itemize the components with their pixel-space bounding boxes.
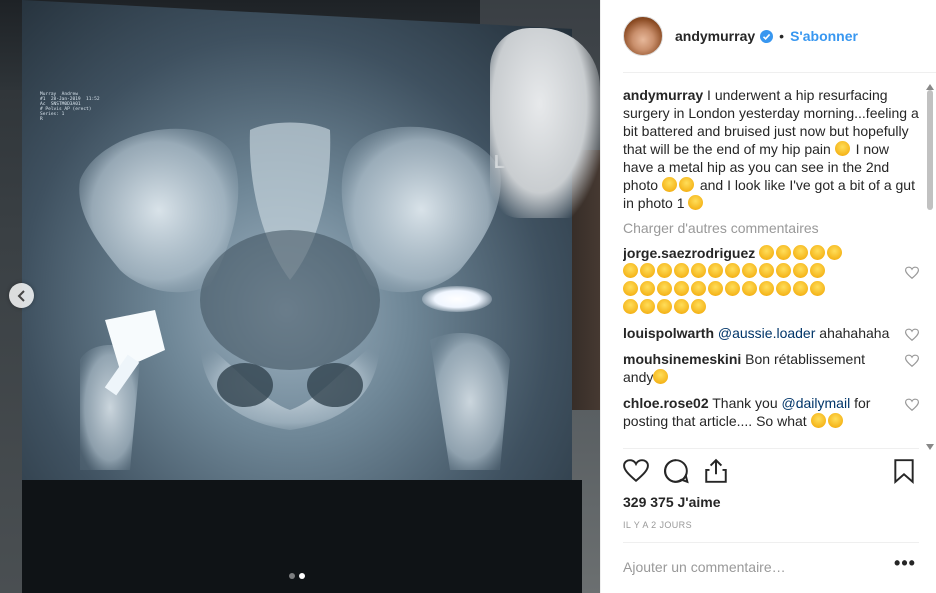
comment-like-heart-icon[interactable] xyxy=(905,398,919,412)
follow-button[interactable]: S'abonner xyxy=(790,28,858,44)
smile-emoji-icon xyxy=(810,413,826,428)
load-more-comments-link[interactable]: Charger d'autres commentaires xyxy=(623,220,919,236)
instagram-post-modal: Murray Andrew #1 28-Jan-2019 11:52 Ac SN… xyxy=(0,0,936,593)
comment-text: ahahahaha xyxy=(815,325,890,341)
flexed-biceps-emoji-icon xyxy=(691,299,706,314)
comment-username[interactable]: louispolwarth xyxy=(623,325,714,341)
add-comment-input[interactable] xyxy=(623,555,893,579)
light-reflection xyxy=(422,286,492,312)
sad-face-emoji-icon xyxy=(653,369,669,384)
flexed-biceps-emoji-icon xyxy=(657,299,672,314)
smile-emoji-icon xyxy=(827,413,843,428)
flexed-biceps-emoji-icon xyxy=(725,281,740,296)
comment-like-heart-icon[interactable] xyxy=(905,266,919,280)
flexed-biceps-emoji-icon xyxy=(793,263,808,278)
action-bar xyxy=(623,458,919,490)
flexed-biceps-emoji-icon xyxy=(657,263,672,278)
laughing-emoji-icon xyxy=(688,195,704,210)
comment-like-heart-icon[interactable] xyxy=(905,328,919,342)
comment-icon[interactable] xyxy=(663,458,689,484)
flexed-biceps-emoji-icon xyxy=(759,263,774,278)
flexed-biceps-emoji-icon xyxy=(827,245,843,260)
flexed-biceps-emoji-icon xyxy=(657,281,672,296)
post-media: Murray Andrew #1 28-Jan-2019 11:52 Ac SN… xyxy=(0,0,600,593)
flexed-biceps-emoji-icon xyxy=(742,263,757,278)
comment-item: louispolwarth @aussie.loader ahahahaha xyxy=(623,324,919,342)
header-username[interactable]: andymurray xyxy=(675,28,755,44)
grimace-emoji-icon xyxy=(834,141,850,156)
carousel-dot-active xyxy=(299,573,305,579)
flexed-biceps-emoji-icon xyxy=(640,281,655,296)
flexed-biceps-emoji-icon xyxy=(759,281,774,296)
caption-username[interactable]: andymurray xyxy=(623,87,703,103)
post-header: andymurray • S'abonner xyxy=(601,0,936,72)
flexed-biceps-emoji-icon xyxy=(793,281,808,296)
flexed-biceps-emoji-icon xyxy=(674,299,689,314)
flexed-biceps-emoji-icon xyxy=(640,299,655,314)
more-options-button[interactable]: ••• xyxy=(893,554,917,578)
flexed-biceps-emoji-icon xyxy=(691,263,706,278)
flexed-biceps-emoji-icon xyxy=(674,281,689,296)
chevron-left-icon xyxy=(17,289,25,302)
divider xyxy=(623,448,919,449)
flexed-biceps-emoji-icon xyxy=(776,263,791,278)
flexed-biceps-emoji-icon xyxy=(742,281,757,296)
heart-icon[interactable] xyxy=(623,458,649,484)
avatar[interactable] xyxy=(623,16,663,56)
comments-list[interactable]: andymurray I underwent a hip resurfacing… xyxy=(623,86,919,446)
scroll-thumb[interactable] xyxy=(927,90,933,210)
post-timestamp: IL Y A 2 JOURS xyxy=(623,520,692,530)
xray-patient-label: Murray Andrew #1 28-Jan-2019 11:52 Ac SN… xyxy=(40,92,100,122)
divider xyxy=(623,542,919,543)
carousel-prev-button[interactable] xyxy=(9,283,34,308)
flexed-biceps-emoji-icon xyxy=(810,263,825,278)
comment-like-heart-icon[interactable] xyxy=(905,354,919,368)
post-caption: andymurray I underwent a hip resurfacing… xyxy=(623,86,919,212)
flexed-biceps-emoji-icon xyxy=(623,281,638,296)
flexed-biceps-emoji-icon xyxy=(793,245,809,260)
comment-text: Thank you xyxy=(708,395,782,411)
flexed-biceps-emoji-icon xyxy=(776,245,792,260)
hand-holding-film xyxy=(490,28,600,218)
flexed-biceps-emoji-icon xyxy=(623,263,638,278)
flexed-biceps-emoji-icon xyxy=(725,263,740,278)
carousel-dot xyxy=(289,573,295,579)
carousel-indicator xyxy=(289,573,305,579)
divider xyxy=(623,72,936,73)
pointing-hand-emoji-icon xyxy=(678,177,694,192)
flexed-biceps-emoji-icon xyxy=(674,263,689,278)
comments-scrollbar[interactable] xyxy=(926,84,934,450)
comment-username[interactable]: mouhsinemeskini xyxy=(623,351,741,367)
flexed-biceps-emoji-icon xyxy=(640,263,655,278)
flexed-biceps-emoji-icon xyxy=(708,281,723,296)
likes-count[interactable]: 329 375 J'aime xyxy=(623,494,721,510)
comment-item: mouhsinemeskini Bon rétablissement andy xyxy=(623,350,919,386)
comment-username[interactable]: jorge.saezrodriguez xyxy=(623,245,755,261)
header-separator: • xyxy=(779,28,785,44)
comment-item: jorge.saezrodriguez xyxy=(623,244,919,316)
comment-mention[interactable]: @aussie.loader xyxy=(718,325,816,341)
share-icon[interactable] xyxy=(703,458,729,484)
flexed-biceps-emoji-icon xyxy=(810,281,825,296)
flexed-biceps-emoji-icon xyxy=(810,245,826,260)
flexed-biceps-emoji-icon xyxy=(623,299,638,314)
comment-mention[interactable]: @dailymail xyxy=(782,395,851,411)
comment-item: chloe.rose02 Thank you @dailymail for po… xyxy=(623,394,919,430)
flexed-biceps-emoji-icon xyxy=(776,281,791,296)
flexed-biceps-emoji-icon xyxy=(708,263,723,278)
verified-badge-icon xyxy=(760,29,774,43)
flexed-biceps-emoji-icon xyxy=(691,281,706,296)
post-side-panel: andymurray • S'abonner andymurray I unde… xyxy=(600,0,936,593)
flexed-biceps-emoji-icon xyxy=(759,245,775,260)
pointing-hand-emoji-icon xyxy=(661,177,677,192)
bookmark-icon[interactable] xyxy=(891,458,917,484)
scroll-down-arrow-icon[interactable] xyxy=(926,444,934,450)
comment-username[interactable]: chloe.rose02 xyxy=(623,395,709,411)
